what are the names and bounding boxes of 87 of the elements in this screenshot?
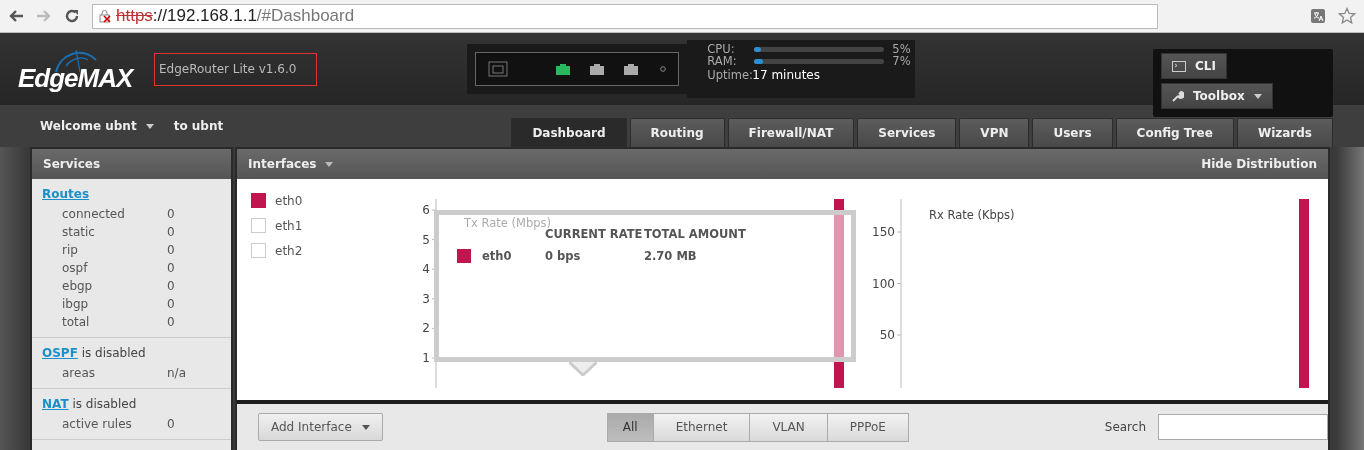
stat-value: 0 (167, 261, 175, 275)
caret-icon (361, 424, 370, 430)
stat-name: total (62, 315, 91, 329)
tick-label: 3 (422, 291, 430, 306)
stat-name: connected (62, 207, 126, 221)
tick-label: 6 (422, 203, 430, 217)
filter-button[interactable]: VLAN (749, 412, 828, 442)
nav-tab[interactable]: Routing (629, 118, 725, 147)
stat-value: 0 (167, 225, 175, 239)
reload-icon[interactable] (64, 8, 80, 24)
tick-label: 2 (422, 321, 430, 336)
stat-value: 0 (167, 417, 175, 431)
filter-button[interactable]: PPPoE (826, 412, 909, 442)
back-icon[interactable] (8, 9, 24, 23)
nav-tab[interactable]: VPN (959, 118, 1030, 147)
user-menu[interactable]: Welcome ubnt (32, 119, 162, 133)
tick-label: 100 (872, 276, 895, 291)
hide-distribution-link[interactable]: Hide Distribution (1201, 157, 1317, 171)
stat-value: 0 (167, 315, 175, 329)
tick-label: 50 (879, 328, 895, 342)
logo: EdgeMAX (18, 63, 133, 94)
caret-icon (145, 123, 154, 129)
interface-name: eth2 (275, 243, 303, 258)
caret-icon (324, 161, 333, 167)
chart-title: Rx Rate (Kbps) (929, 208, 1015, 222)
tick-label: 150 (872, 225, 895, 239)
nav-tab[interactable]: Wizards (1236, 118, 1333, 147)
terminal-icon (1172, 60, 1186, 72)
device-name: EdgeRouter Lite v1.6.0 (154, 52, 318, 86)
column-header: CURRENT RATE (545, 227, 644, 241)
nav-tab[interactable]: Users (1032, 118, 1113, 147)
tick-label: 5 (422, 232, 430, 247)
filter-button[interactable]: All (606, 412, 654, 442)
stat-name: rip (62, 243, 79, 257)
stat-name: static (62, 225, 96, 239)
stat-value: n/a (167, 366, 186, 380)
stat-value: 0 (167, 297, 175, 311)
status-dot-icon (660, 66, 667, 72)
uptime-value: 17 minutes (752, 68, 820, 82)
wrench-icon (1172, 90, 1184, 102)
panel-title: Services (43, 157, 101, 171)
search-label: Search (1104, 420, 1146, 434)
stat-name: active rules (62, 417, 133, 431)
toolbox-button[interactable]: Toolbox (1161, 83, 1273, 109)
stat-value: 0 (167, 243, 175, 257)
address-bar[interactable]: https://192.168.1.1/#Dashboard (92, 3, 1158, 29)
caret-icon (1253, 93, 1262, 99)
search-field[interactable] (1158, 414, 1328, 440)
star-icon[interactable] (1338, 7, 1356, 25)
total-amount: 2.70 MB (644, 249, 698, 263)
interface-name: eth0 (275, 193, 303, 208)
checkbox[interactable] (251, 193, 266, 208)
stat-value: 0 (167, 279, 175, 293)
column-header: TOTAL AMOUNT (644, 227, 747, 241)
tick-label: 4 (422, 262, 430, 277)
stat-label: RAM: (707, 54, 738, 68)
insecure-lock-icon (98, 9, 112, 23)
nav-tab[interactable]: Config Tree (1115, 118, 1234, 147)
url-text: https://192.168.1.1/#Dashboard (116, 6, 355, 26)
current-rate: 0 bps (545, 249, 582, 263)
stat-name: areas (62, 366, 96, 380)
filter-button[interactable]: Ethernet (652, 412, 751, 442)
add-interface-button[interactable]: Add Interface (258, 413, 383, 441)
stat-reading: 7% (892, 54, 911, 68)
user-link[interactable]: to ubnt (173, 119, 224, 133)
console-port-icon (488, 61, 509, 77)
nav-tab[interactable]: Services (857, 118, 957, 147)
stat-value: 0 (167, 207, 175, 221)
stat-name: ebgp (62, 279, 94, 293)
stat-name: ospf (62, 261, 89, 275)
uptime-label: Uptime: (707, 68, 753, 82)
chart-title: Tx Rate (Mbps) (464, 216, 551, 230)
interface-name: eth0 (482, 249, 513, 263)
cli-button[interactable]: CLI (1161, 53, 1227, 79)
tooltip-pointer-icon (569, 362, 597, 376)
section-status: is disabled (80, 346, 146, 360)
stat-name: ibgp (62, 297, 90, 311)
nav-tab[interactable]: Firewall/NAT (727, 118, 855, 147)
nav-tab[interactable]: Dashboard (511, 118, 627, 147)
interface-name: eth1 (275, 218, 303, 233)
stat-reading: 5% (892, 42, 911, 56)
interfaces-menu[interactable]: Interfaces (248, 157, 333, 171)
section-status: is disabled (71, 397, 137, 411)
tick-label: 1 (422, 351, 430, 365)
stat-label: CPU: (707, 42, 736, 56)
translate-icon[interactable] (1310, 8, 1326, 24)
forward-icon[interactable] (36, 9, 52, 23)
